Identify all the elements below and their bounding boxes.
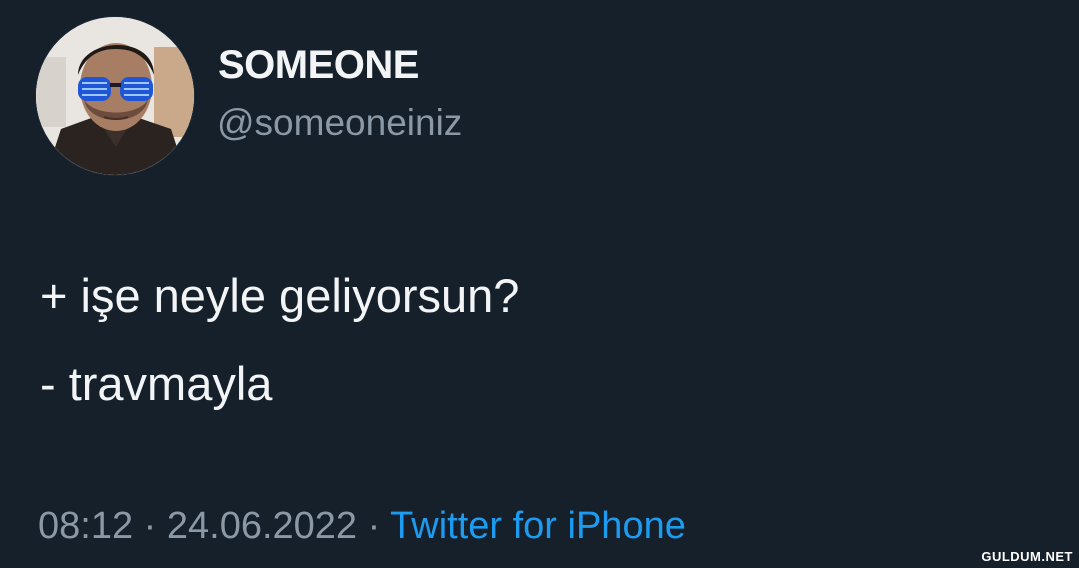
tweet-time[interactable]: 08:12 [38, 505, 133, 547]
tweet-text-line: - travmayla [40, 357, 273, 410]
tweet-meta: 08:12 · 24.06.2022 · Twitter for iPhone [38, 502, 686, 550]
meta-separator: · [357, 505, 391, 547]
tweet-text-line: + işe neyle geliyorsun? [40, 269, 520, 322]
tweet-source-link[interactable]: Twitter for iPhone [390, 505, 686, 547]
avatar-photo [36, 17, 194, 175]
watermark: GULDUM.NET [981, 549, 1073, 564]
avatar[interactable] [35, 16, 195, 176]
tweet-card: SOMEONE @someoneiniz + işe neyle geliyor… [0, 0, 1079, 568]
tweet-text: + işe neyle geliyorsun? - travmayla [40, 252, 519, 428]
author-handle[interactable]: @someoneiniz [217, 100, 462, 146]
meta-separator: · [133, 505, 167, 547]
tweet-date[interactable]: 24.06.2022 [167, 505, 357, 547]
author-display-name[interactable]: SOMEONE [218, 40, 419, 90]
